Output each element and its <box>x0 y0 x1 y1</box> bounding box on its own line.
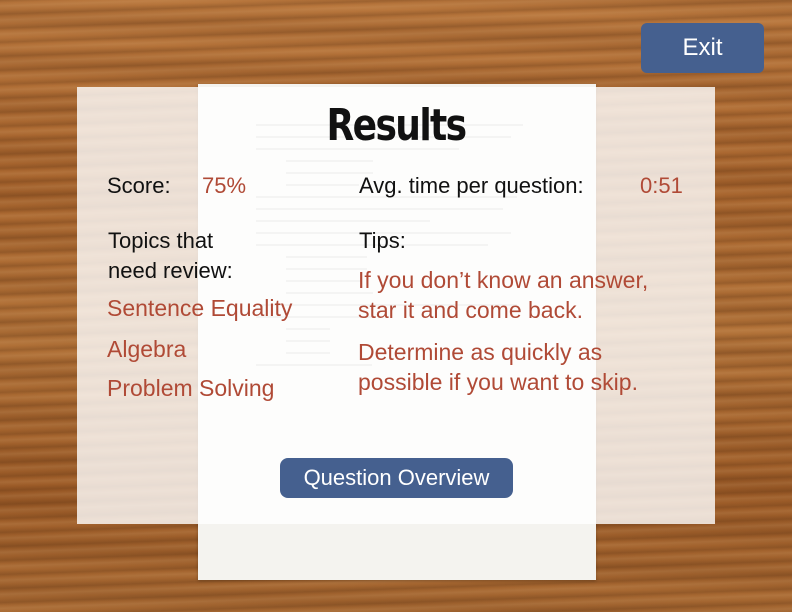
topics-heading-line2: need review: <box>108 258 233 283</box>
tips-heading: Tips: <box>359 228 406 253</box>
avg-time-label: Avg. time per question: <box>359 173 584 198</box>
score-label: Score: <box>107 173 171 198</box>
score-value: 75% <box>202 173 247 198</box>
avg-time-value: 0:51 <box>640 173 683 198</box>
tip-2-line2: possible if you want to skip. <box>358 369 638 395</box>
topics-heading-line1: Topics that <box>108 228 214 253</box>
exit-button[interactable]: Exit <box>641 23 764 73</box>
tip-2-line1: Determine as quickly as <box>358 339 603 365</box>
topic-item-algebra: Algebra <box>107 336 187 362</box>
question-overview-button[interactable]: Question Overview <box>280 458 513 498</box>
tip-1-line2: star it and come back. <box>358 297 583 323</box>
tip-1-line1: If you don’t know an answer, <box>358 267 649 293</box>
topic-item-problem-solving: Problem Solving <box>107 375 275 401</box>
page-title: Results <box>326 100 467 151</box>
topic-item-sentence-equality: Sentence Equality <box>107 295 293 321</box>
